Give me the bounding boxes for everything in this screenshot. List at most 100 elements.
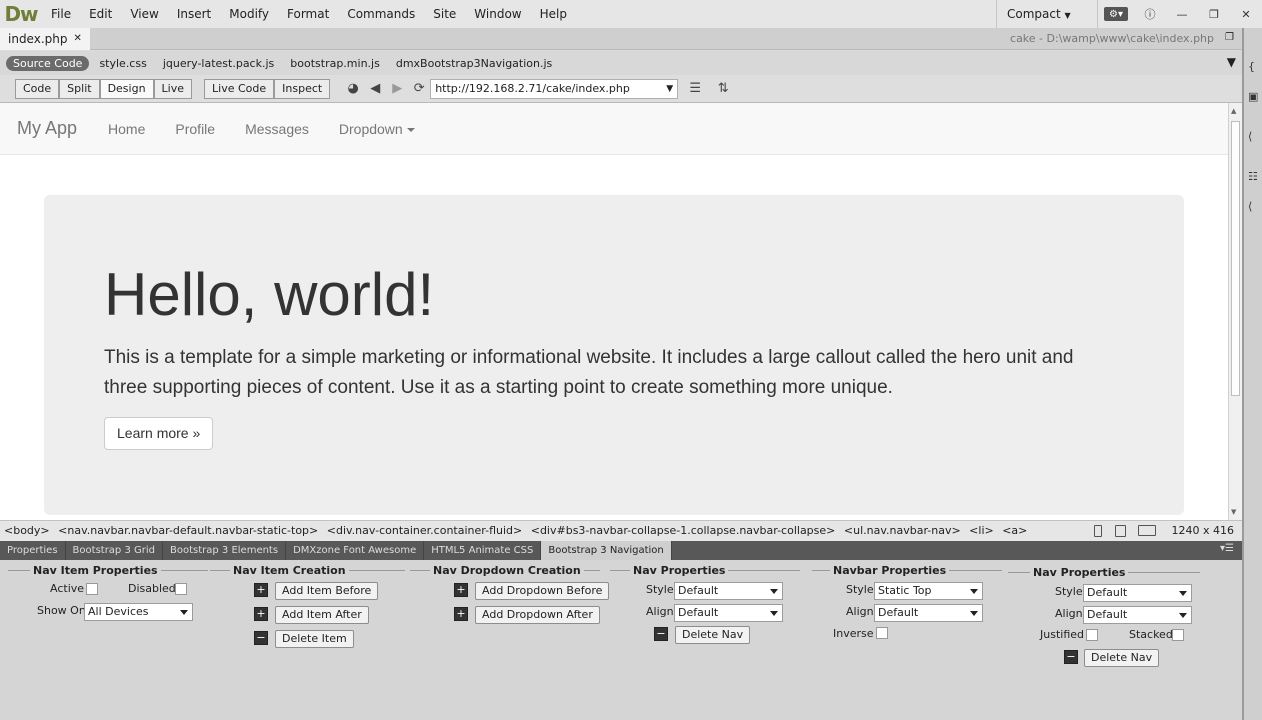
tag-crumb[interactable]: <li> [969, 524, 994, 537]
info-icon[interactable]: ⓘ [1140, 7, 1160, 21]
globe-icon[interactable]: ◕ [342, 81, 364, 96]
related-file[interactable]: bootstrap.min.js [290, 57, 380, 70]
navbar-brand[interactable]: My App [17, 118, 77, 139]
menu-file[interactable]: File [42, 0, 80, 28]
refresh-icon[interactable]: ⟳ [408, 81, 430, 96]
justified-checkbox[interactable] [1086, 629, 1098, 641]
restore-icon[interactable]: ❐ [1225, 32, 1234, 43]
tag-crumb[interactable]: <ul.nav.navbar-nav> [844, 524, 961, 537]
panel-icon[interactable]: { [1248, 60, 1262, 74]
navbar-style-value: Static Top [878, 584, 932, 597]
panel-icon[interactable]: ☷ [1248, 170, 1262, 184]
back-arrow-icon[interactable]: ◀ [364, 81, 386, 96]
nav2-align-select[interactable]: Default [1083, 606, 1192, 624]
navbar-align-select[interactable]: Default [874, 604, 983, 622]
scroll-up-icon[interactable]: ▲ [1231, 107, 1236, 115]
menu-modify[interactable]: Modify [220, 0, 278, 28]
menu-site[interactable]: Site [424, 0, 465, 28]
desktop-size-icon[interactable] [1138, 525, 1156, 536]
disabled-checkbox[interactable] [175, 583, 187, 595]
panel-icon[interactable]: ▣ [1248, 90, 1262, 104]
delete-item-button[interactable]: Delete Item [275, 630, 354, 648]
code-view-button[interactable]: Code [15, 78, 60, 99]
menu-help[interactable]: Help [531, 0, 576, 28]
tab-bootstrap-navigation[interactable]: Bootstrap 3 Navigation [541, 541, 672, 560]
tag-crumb[interactable]: <a> [1002, 524, 1027, 537]
chevron-down-icon [1179, 591, 1187, 596]
delete-nav-icon: − [1064, 650, 1078, 664]
gear-icon[interactable]: ⚙▾ [1104, 7, 1128, 21]
nav2-style-select[interactable]: Default [1083, 584, 1192, 602]
menu-edit[interactable]: Edit [80, 0, 121, 28]
style-label: Style [1055, 585, 1083, 598]
align-label: Align [646, 605, 674, 618]
nav-align-select[interactable]: Default [674, 604, 783, 622]
scroll-thumb[interactable] [1231, 121, 1240, 396]
tag-crumb[interactable]: <nav.navbar.navbar-default.navbar-static… [58, 524, 318, 537]
nav-profile[interactable]: Profile [160, 121, 230, 137]
live-view-button[interactable]: Live [153, 78, 193, 99]
tag-crumb[interactable]: <div.nav-container.container-fluid> [327, 524, 522, 537]
panel-menu-icon[interactable]: ▾☰ [1220, 543, 1234, 554]
stacked-checkbox[interactable] [1172, 629, 1184, 641]
inverse-checkbox[interactable] [876, 627, 888, 639]
inspect-button[interactable]: Inspect [274, 78, 331, 99]
forward-arrow-icon[interactable]: ▶ [386, 81, 408, 96]
show-on-select[interactable]: All Devices [84, 603, 193, 621]
mobile-size-icon[interactable] [1094, 525, 1102, 537]
nav-home[interactable]: Home [93, 121, 160, 137]
delete-nav-button[interactable]: Delete Nav [1084, 649, 1160, 667]
menu-bar: Dw File Edit View Insert Modify Format C… [0, 0, 1262, 28]
tab-font-awesome[interactable]: DMXzone Font Awesome [286, 541, 425, 560]
document-tab[interactable]: index.php ✕ [0, 28, 90, 50]
panel-icon[interactable]: ⟨ [1248, 130, 1262, 144]
menu-window[interactable]: Window [465, 0, 530, 28]
workspace-switcher[interactable]: Compact ▼ [996, 0, 1098, 28]
nav-style-select[interactable]: Default [674, 582, 783, 600]
chevron-down-icon[interactable]: ▼ [666, 80, 673, 98]
document-tab-label: index.php [8, 32, 68, 46]
file-transfer-icon[interactable]: ⇅ [712, 81, 734, 96]
split-view-button[interactable]: Split [59, 78, 100, 99]
related-file[interactable]: jquery-latest.pack.js [163, 57, 274, 70]
menu-commands[interactable]: Commands [338, 0, 424, 28]
tag-crumb[interactable]: <body> [4, 524, 50, 537]
page-options-icon[interactable]: ☰ [684, 81, 706, 96]
panel-icon[interactable]: ⟨ [1248, 200, 1262, 214]
nav-dropdown[interactable]: Dropdown [324, 121, 430, 137]
tag-crumb[interactable]: <div#bs3-navbar-collapse-1.collapse.navb… [531, 524, 836, 537]
scroll-down-icon[interactable]: ▼ [1231, 508, 1236, 516]
menu-format[interactable]: Format [278, 0, 338, 28]
tab-bootstrap-elements[interactable]: Bootstrap 3 Elements [163, 541, 287, 560]
window-size[interactable]: 1240 x 416 [1172, 521, 1235, 541]
add-item-before-button[interactable]: Add Item Before [275, 582, 379, 600]
close-icon[interactable]: ✕ [73, 28, 81, 50]
related-file[interactable]: style.css [99, 57, 146, 70]
close-icon[interactable]: ✕ [1236, 7, 1256, 21]
menu-insert[interactable]: Insert [168, 0, 220, 28]
navbar-style-select[interactable]: Static Top [874, 582, 983, 600]
design-view-button[interactable]: Design [99, 78, 154, 99]
tab-properties[interactable]: Properties [0, 541, 66, 560]
add-item-after-button[interactable]: Add Item After [275, 606, 369, 624]
tab-animate-css[interactable]: HTML5 Animate CSS [424, 541, 542, 560]
related-file[interactable]: dmxBootstrap3Navigation.js [396, 57, 552, 70]
tablet-size-icon[interactable] [1115, 525, 1126, 537]
learn-more-button[interactable]: Learn more » [104, 417, 214, 450]
delete-nav-button[interactable]: Delete Nav [675, 626, 751, 644]
filter-icon[interactable]: ▼ [1227, 55, 1236, 69]
address-input[interactable]: http://192.168.2.71/cake/index.php ▼ [430, 78, 679, 99]
minimize-icon[interactable]: — [1172, 7, 1192, 21]
panel-tabs: Properties Bootstrap 3 Grid Bootstrap 3 … [0, 541, 1242, 560]
live-tools-group: Live Code Inspect [204, 78, 331, 99]
nav-messages[interactable]: Messages [230, 121, 324, 137]
menu-view[interactable]: View [121, 0, 167, 28]
active-checkbox[interactable] [86, 583, 98, 595]
maximize-icon[interactable]: ❐ [1204, 7, 1224, 21]
live-code-button[interactable]: Live Code [204, 78, 275, 99]
add-dropdown-before-button[interactable]: Add Dropdown Before [475, 582, 610, 600]
tab-bootstrap-grid[interactable]: Bootstrap 3 Grid [66, 541, 163, 560]
add-dropdown-after-button[interactable]: Add Dropdown After [475, 606, 600, 624]
vertical-scrollbar[interactable]: ▲ ▼ [1228, 103, 1242, 520]
source-code-button[interactable]: Source Code [6, 55, 90, 71]
